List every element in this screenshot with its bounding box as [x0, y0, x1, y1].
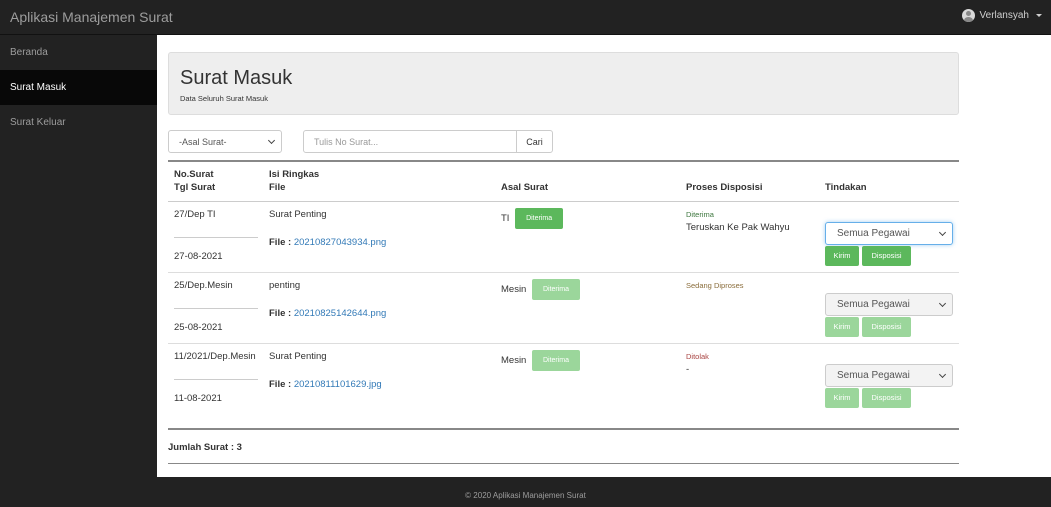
file-cell: File : 20210811101629.jpg — [269, 379, 382, 390]
letter-date: 11-08-2021 — [174, 393, 222, 404]
file-cell: File : 20210827043934.png — [269, 237, 386, 248]
disposition-cell: Ditolak - — [686, 352, 709, 375]
source-cell: Mesin Diterima — [501, 350, 580, 371]
recipient-select[interactable]: Semua Pegawai — [825, 222, 953, 245]
disposition-note: - — [686, 364, 690, 375]
header-tindakan: Tindakan — [825, 182, 867, 193]
file-link[interactable]: 20210827043934.png — [294, 237, 386, 248]
accept-button[interactable]: Diterima — [515, 208, 564, 229]
file-cell: File : 20210825142644.png — [269, 308, 386, 319]
file-link[interactable]: 20210811101629.jpg — [294, 379, 382, 390]
file-label: File : — [269, 237, 292, 248]
page-header: Surat Masuk Data Seluruh Surat Masuk — [168, 52, 959, 115]
recipient-select-value: Semua Pegawai — [837, 228, 910, 239]
sidebar: Beranda Surat Masuk Surat Keluar — [0, 35, 157, 477]
chevron-down-icon — [938, 228, 947, 236]
letter-source: TI — [501, 213, 510, 225]
chevron-down-icon — [938, 370, 947, 378]
incoming-mail-table: No.Surat Tgl Surat Isi Ringkas File Asal… — [168, 160, 959, 464]
send-button[interactable]: Kirim — [825, 317, 859, 337]
header-tgl-surat: Tgl Surat — [174, 182, 216, 193]
letter-number: 27/Dep TI — [174, 209, 216, 220]
sidebar-item-surat-keluar[interactable]: Surat Keluar — [0, 105, 157, 140]
header-asal-surat: Asal Surat — [501, 182, 548, 193]
disposition-button[interactable]: Disposisi — [862, 246, 911, 266]
source-filter-value: -Asal Surat- — [179, 136, 227, 147]
header-file: File — [269, 182, 286, 193]
page-title: Surat Masuk — [180, 67, 293, 89]
status-badge: Ditolak — [686, 352, 709, 361]
source-cell: TI Diterima — [501, 208, 564, 229]
header-proses-disposisi: Proses Disposisi — [686, 182, 763, 193]
disposition-button[interactable]: Disposisi — [862, 317, 911, 337]
letter-date: 27-08-2021 — [174, 251, 223, 262]
divider — [174, 237, 258, 238]
main-content: Surat Masuk Data Seluruh Surat Masuk -As… — [157, 35, 1051, 477]
divider — [174, 379, 258, 380]
file-link[interactable]: 20210825142644.png — [294, 308, 386, 319]
caret-down-icon — [1036, 14, 1042, 17]
disposition-cell: Sedang Diproses — [686, 281, 744, 293]
letter-number: 25/Dep.Mesin — [174, 280, 233, 291]
header-isi-file: Isi Ringkas File — [269, 168, 319, 194]
letter-date: 25-08-2021 — [174, 322, 223, 333]
recipient-select-value: Semua Pegawai — [837, 299, 910, 310]
divider — [174, 308, 258, 309]
table-row: 11/2021/Dep.Mesin 11-08-2021 Surat Penti… — [168, 344, 959, 415]
user-name: Verlansyah — [979, 10, 1029, 21]
source-filter-select[interactable]: -Asal Surat- — [168, 130, 282, 153]
table-header: No.Surat Tgl Surat Isi Ringkas File Asal… — [168, 160, 959, 202]
file-label: File : — [269, 308, 292, 319]
chevron-down-icon — [938, 299, 947, 307]
status-badge: Sedang Diproses — [686, 281, 744, 290]
send-button[interactable]: Kirim — [825, 246, 859, 266]
recipient-select[interactable]: Semua Pegawai — [825, 293, 953, 316]
letter-summary: penting — [269, 280, 301, 291]
file-label: File : — [269, 379, 292, 390]
header-no-surat: No.Surat — [174, 169, 214, 180]
footer: © 2020 Aplikasi Manajemen Surat — [0, 477, 1051, 507]
source-cell: Mesin Diterima — [501, 279, 580, 300]
chevron-down-icon — [267, 136, 276, 144]
app-brand[interactable]: Aplikasi Manajemen Surat — [10, 9, 173, 25]
accept-button[interactable]: Diterima — [531, 350, 580, 371]
status-badge: Diterima — [686, 210, 714, 219]
disposition-button[interactable]: Disposisi — [862, 388, 911, 408]
recipient-select[interactable]: Semua Pegawai — [825, 364, 953, 387]
letter-summary: Surat Penting — [269, 209, 327, 220]
letter-source: Mesin — [501, 284, 527, 296]
letter-number: 11/2021/Dep.Mesin — [174, 351, 256, 362]
send-button[interactable]: Kirim — [825, 388, 859, 408]
top-navbar: Aplikasi Manajemen Surat Verlansyah — [0, 0, 1051, 35]
disposition-cell: Diterima Teruskan Ke Pak Wahyu — [686, 210, 790, 233]
page-subtitle: Data Seluruh Surat Masuk — [180, 94, 268, 103]
accept-button[interactable]: Diterima — [531, 279, 580, 300]
search-button[interactable]: Cari — [516, 130, 553, 153]
total-count: Jumlah Surat : 3 — [168, 442, 242, 453]
table-row: 25/Dep.Mesin 25-08-2021 penting File : 2… — [168, 273, 959, 344]
letter-source: Mesin — [501, 355, 527, 367]
recipient-select-value: Semua Pegawai — [837, 370, 910, 381]
footer-text: © 2020 Aplikasi Manajemen Surat — [465, 491, 586, 500]
letter-summary: Surat Penting — [269, 351, 327, 362]
search-input[interactable]: Tulis No Surat... — [303, 130, 517, 153]
sidebar-item-beranda[interactable]: Beranda — [0, 35, 157, 70]
disposition-note: Teruskan Ke Pak Wahyu — [686, 222, 790, 233]
table-summary: Jumlah Surat : 3 — [168, 428, 959, 464]
user-menu[interactable]: Verlansyah — [961, 9, 1042, 22]
header-no-surat-tgl: No.Surat Tgl Surat — [174, 168, 215, 194]
user-avatar-icon — [961, 9, 975, 22]
header-isi-ringkas: Isi Ringkas — [269, 169, 320, 180]
table-row: 27/Dep TI 27-08-2021 Surat Penting File … — [168, 202, 959, 273]
sidebar-item-surat-masuk[interactable]: Surat Masuk — [0, 70, 157, 105]
